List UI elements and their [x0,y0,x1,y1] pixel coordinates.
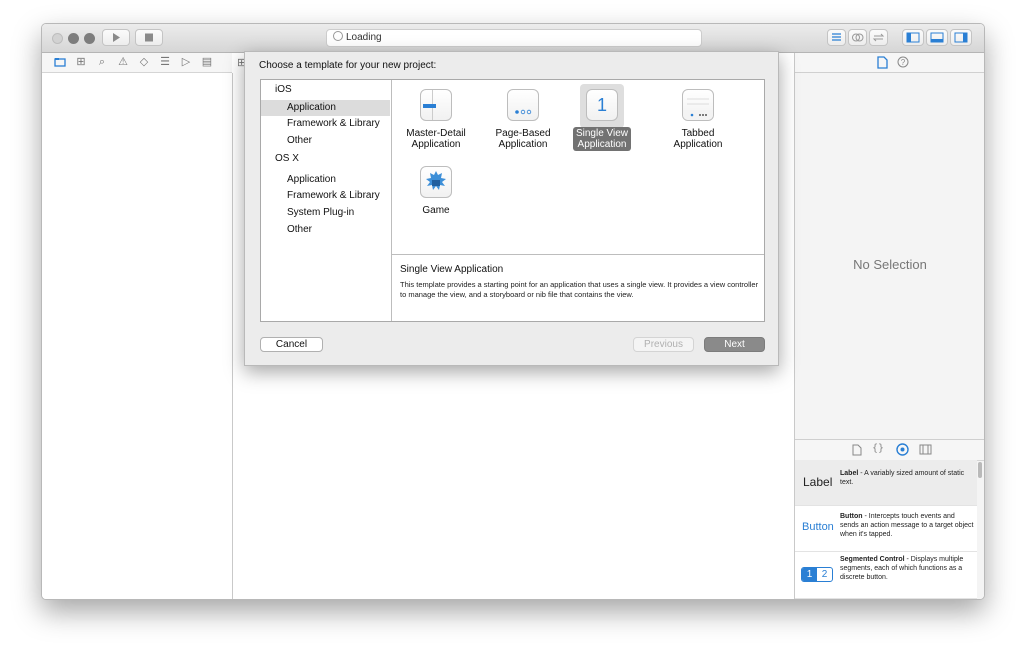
object-library-icon[interactable] [896,443,909,456]
category-header-osx: OS X [275,153,299,164]
lines-icon [832,33,841,41]
report-icon[interactable]: ▤ [201,56,213,69]
library-item-text: Label - A variably sized amount of stati… [840,470,965,486]
segmented-control-preview: 1 2 [801,567,833,582]
folder-icon[interactable] [54,56,66,72]
help-icon[interactable]: ? [897,56,909,68]
navigator-panel [42,73,233,599]
library-item-segmented-control[interactable]: 1 2 Segmented Control - Displays multipl… [795,552,977,599]
search-icon[interactable]: ⌕ [96,56,108,69]
next-button[interactable]: Next [704,337,765,352]
category-ios-other[interactable]: Other [261,133,390,149]
category-ios-application[interactable]: Application [261,100,390,116]
template-label: Page-Based Application [495,128,551,150]
template-label: Master-Detail Application [406,128,466,150]
library-filter-bar: ⊞ [795,599,985,600]
file-template-icon[interactable] [852,444,862,456]
media-library-icon[interactable] [919,444,932,455]
category-osx-application[interactable]: Application [261,172,390,188]
template-tabbed[interactable]: Tabbed Application [655,89,741,152]
activity-text: Loading [346,32,382,43]
run-button[interactable] [102,29,130,46]
no-selection-text: No Selection [853,257,927,272]
arrows-icon [872,33,885,42]
template-description: Single View Application This template pr… [392,254,764,322]
play-icon [113,33,120,42]
template-master-detail[interactable]: Master-Detail Application [393,89,479,152]
utilities-panel: ? No Selection {} Label Label - A variab… [794,53,985,600]
hierarchy-icon[interactable]: ⊞ [75,56,87,69]
library-item-text: Button - Intercepts touch events and sen… [840,513,974,538]
toolbar: Loading [42,24,984,53]
page-based-icon [507,89,539,121]
spinner-icon [333,31,343,41]
debug-icon[interactable]: ☰ [159,56,171,69]
library-scrollbar[interactable] [978,462,982,478]
library-item-label[interactable]: Label Label - A variably sized amount of… [795,460,977,506]
assistant-icon [852,33,864,42]
template-grid: Master-Detail Application Page-Based Appli… [392,80,764,254]
template-category-list: iOS Application Framework & Library Othe… [261,80,392,321]
template-single-view[interactable]: 1 Single View Application [559,89,645,152]
library-item-text: Segmented Control - Displays multiple se… [840,556,964,581]
close-button[interactable] [52,33,63,44]
single-view-icon: 1 [586,89,618,121]
template-label: Game [422,205,450,216]
inspector-selector-bar: ? [795,53,984,73]
breakpoint-icon[interactable]: ▷ [180,56,192,69]
template-browser: iOS Application Framework & Library Othe… [260,79,765,322]
toggle-utilities-button[interactable] [950,29,972,46]
previous-button[interactable]: Previous [633,337,694,352]
category-osx-other[interactable]: Other [261,222,390,238]
object-library-list: Label Label - A variably sized amount of… [795,460,977,599]
master-detail-icon [420,89,452,121]
assistant-editor-button[interactable] [848,29,867,46]
game-icon [420,166,452,198]
template-game[interactable]: Game [393,166,479,218]
library-item-button[interactable]: Button Button - Intercepts touch events … [795,506,977,552]
toggle-debug-button[interactable] [926,29,948,46]
description-title: Single View Application [400,264,504,275]
navigator-selector-bar: ⊞ ⌕ ⚠ ◇ ☰ ▷ ▤ [42,53,232,73]
category-header-ios: iOS [275,84,292,95]
warning-icon[interactable]: ⚠ [117,56,129,69]
minimize-button[interactable] [68,33,79,44]
sheet-title: Choose a template for your new project: [259,60,437,71]
label-preview: Label [803,475,833,489]
code-snippet-icon[interactable]: {} [872,443,884,454]
left-panel-icon [906,32,920,43]
cancel-button[interactable]: Cancel [260,337,323,352]
template-label: Single View Application [572,127,632,151]
template-label: Tabbed Application [673,128,723,150]
activity-view: Loading [326,29,702,47]
tabbed-icon [682,89,714,121]
file-inspector-icon[interactable] [877,56,888,69]
version-editor-button[interactable] [869,29,888,46]
toggle-navigator-button[interactable] [902,29,924,46]
library-selector-bar: {} [795,439,984,461]
template-chooser-sheet: Choose a template for your new project: … [244,51,779,366]
standard-editor-button[interactable] [827,29,846,46]
right-panel-icon [954,32,968,43]
stop-button[interactable] [135,29,163,46]
test-icon[interactable]: ◇ [138,56,150,69]
zoom-button[interactable] [84,33,95,44]
category-ios-framework-library[interactable]: Framework & Library [261,116,390,132]
bottom-panel-icon [930,32,944,43]
description-body: This template provides a starting point … [400,280,759,299]
category-osx-system-plugin[interactable]: System Plug-in [261,205,390,221]
stop-icon [145,33,153,42]
category-osx-framework-library[interactable]: Framework & Library [261,188,390,204]
button-preview: Button [802,521,834,533]
template-page-based[interactable]: Page-Based Application [480,89,566,152]
svg-text:?: ? [901,58,906,67]
